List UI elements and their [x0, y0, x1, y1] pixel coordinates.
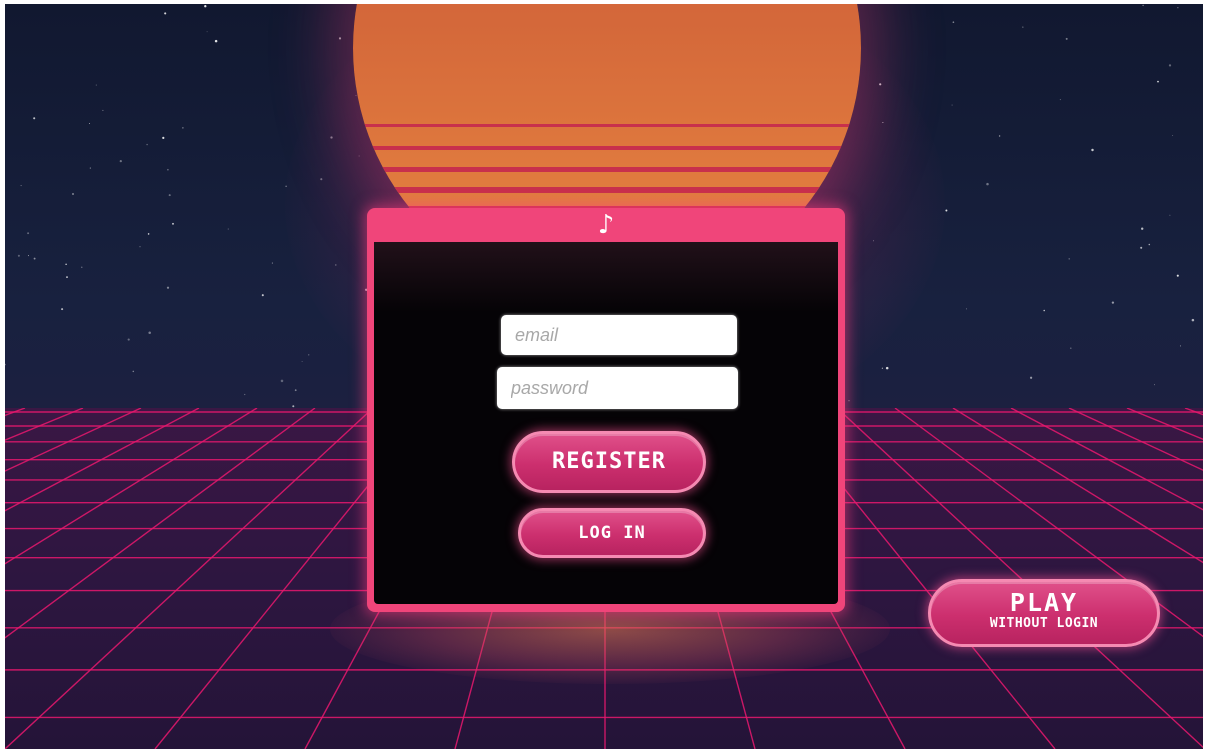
panel-header: ♪: [367, 208, 845, 240]
register-button[interactable]: REGISTER: [512, 431, 706, 493]
without-login-label: WITHOUT LOGIN: [989, 616, 1099, 631]
music-note-icon: ♪: [597, 210, 615, 240]
retro-synthwave-background: ♪ REGISTER LOG IN PLAY WITHOUT LOGIN: [5, 4, 1203, 749]
play-without-login-button[interactable]: PLAY WITHOUT LOGIN: [928, 579, 1160, 647]
password-input[interactable]: [497, 367, 738, 409]
email-input[interactable]: [501, 315, 737, 355]
login-button[interactable]: LOG IN: [518, 508, 706, 558]
login-panel: ♪ REGISTER LOG IN: [367, 208, 845, 612]
play-label: PLAY: [1009, 588, 1079, 617]
login-form: REGISTER LOG IN: [374, 242, 838, 604]
panel-body-shade: [374, 242, 838, 312]
